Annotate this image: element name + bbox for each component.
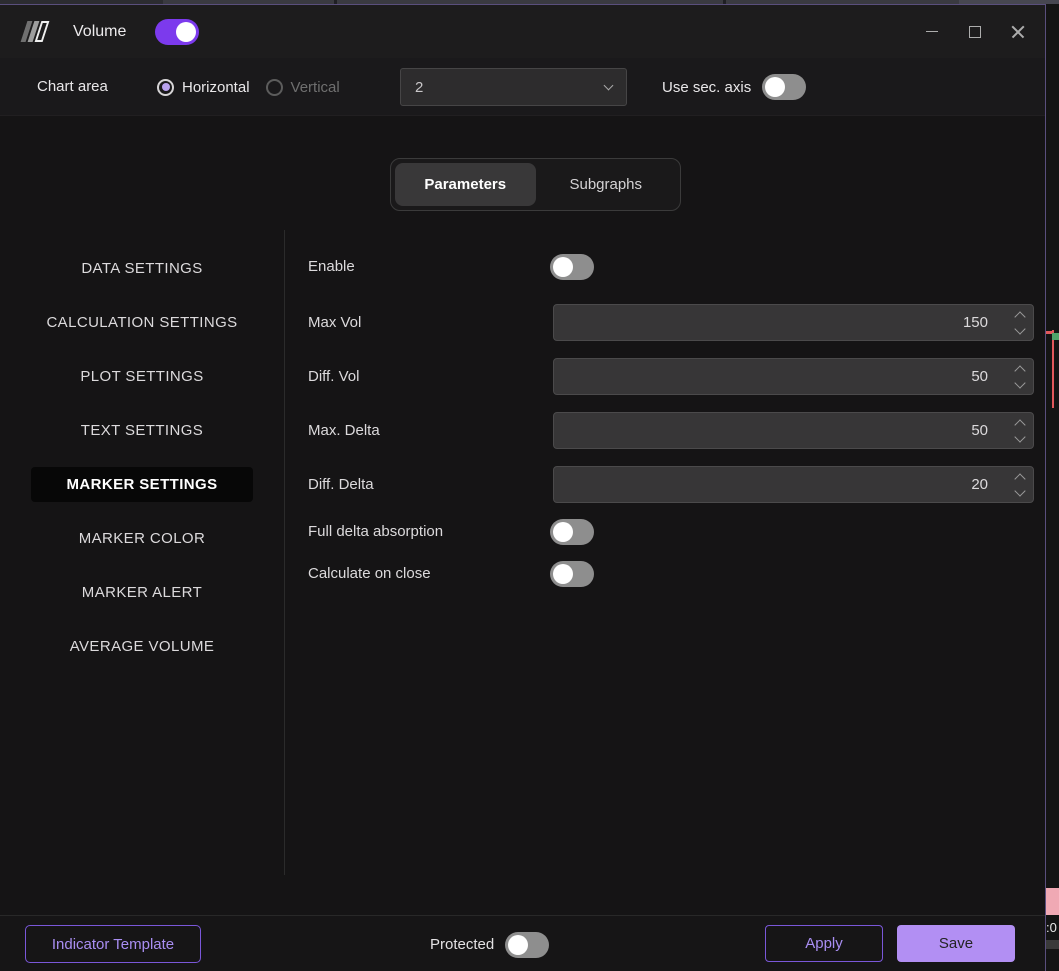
calculate-on-close-label: Calculate on close	[308, 565, 431, 582]
toggle-knob	[176, 21, 197, 42]
indicator-template-button[interactable]: Indicator Template	[25, 925, 201, 963]
full-delta-absorption-row: Full delta absorption	[285, 519, 1045, 545]
chart-area-selected-value: 2	[415, 78, 424, 96]
toggle-knob	[765, 77, 786, 97]
toggle-knob	[553, 522, 573, 542]
protected-label: Protected	[430, 936, 495, 953]
maximize-button[interactable]	[960, 17, 990, 47]
diff-delta-row: Diff. Delta	[285, 466, 1045, 503]
chevron-up-icon	[1014, 364, 1026, 377]
chevron-up-icon	[1014, 310, 1026, 323]
dialog-footer: Indicator Template Protected Apply Save	[0, 915, 1045, 971]
indicator-settings-dialog: Volume Chart area Horizontal Vertical 2	[0, 4, 1046, 971]
toggle-knob	[508, 934, 529, 955]
chevron-down-icon	[1014, 430, 1026, 443]
diff-delta-spinner[interactable]	[1014, 472, 1026, 497]
tab-subgraphs[interactable]: Subgraphs	[536, 163, 677, 206]
app-logo-icon	[20, 21, 50, 42]
sidebar-item-data-settings[interactable]: DATA SETTINGS	[0, 241, 284, 295]
chevron-down-icon	[1014, 376, 1026, 389]
full-delta-absorption-toggle[interactable]	[550, 519, 594, 545]
chart-area-label: Chart area	[37, 78, 108, 95]
radio-vertical[interactable]	[265, 78, 283, 96]
toggle-knob	[553, 564, 573, 584]
screen: Volume Chart area Horizontal Vertical 2	[0, 0, 1059, 971]
sidebar-item-average-volume[interactable]: AVERAGE VOLUME	[0, 619, 284, 673]
diff-vol-label: Diff. Vol	[308, 368, 360, 385]
sidebar-item-marker-settings[interactable]: MARKER SETTINGS	[0, 457, 284, 511]
orientation-radio-group: Horizontal Vertical	[157, 58, 340, 116]
chevron-down-icon	[603, 80, 614, 91]
minimize-button[interactable]	[917, 17, 947, 47]
radio-vertical-label[interactable]: Vertical	[291, 79, 340, 96]
underlying-chart-sliver: :0	[1046, 4, 1059, 971]
chevron-down-icon	[1014, 484, 1026, 497]
sidebar-item-calculation-settings[interactable]: CALCULATION SETTINGS	[0, 295, 284, 349]
indicator-enabled-toggle[interactable]	[155, 18, 200, 45]
diff-vol-spinner[interactable]	[1014, 364, 1026, 389]
diff-delta-input[interactable]	[553, 466, 1034, 503]
close-button[interactable]	[1003, 17, 1033, 47]
sidebar-item-text-settings[interactable]: TEXT SETTINGS	[0, 403, 284, 457]
max-delta-row: Max. Delta	[285, 412, 1045, 449]
apply-button[interactable]: Apply	[765, 925, 883, 962]
sidebar-item-plot-settings[interactable]: PLOT SETTINGS	[0, 349, 284, 403]
close-icon	[1011, 25, 1025, 39]
save-button[interactable]: Save	[897, 925, 1015, 962]
chevron-down-icon	[1014, 322, 1026, 335]
sec-axis-group: Use sec. axis	[662, 58, 807, 116]
chart-area-select[interactable]: 2	[400, 68, 627, 106]
diff-vol-input[interactable]	[553, 358, 1034, 395]
max-vol-label: Max Vol	[308, 314, 362, 331]
enable-row: Enable	[285, 254, 1045, 280]
tab-parameters[interactable]: Parameters	[395, 163, 536, 206]
radio-horizontal-label[interactable]: Horizontal	[182, 79, 250, 96]
chart-area-bar: Chart area Horizontal Vertical 2 Use sec…	[0, 58, 1045, 116]
chevron-up-icon	[1014, 418, 1026, 431]
sidebar-item-marker-color[interactable]: MARKER COLOR	[0, 511, 284, 565]
diff-delta-label: Diff. Delta	[308, 476, 374, 493]
maximize-icon	[969, 25, 981, 38]
window-title: Volume	[73, 22, 127, 40]
full-delta-absorption-label: Full delta absorption	[308, 523, 444, 540]
max-vol-spinner[interactable]	[1014, 310, 1026, 335]
protected-toggle[interactable]	[505, 931, 550, 958]
calculate-on-close-toggle[interactable]	[550, 561, 594, 587]
tab-bar: Parameters Subgraphs	[390, 158, 681, 211]
candle-wick-red	[1052, 330, 1054, 408]
use-sec-axis-toggle[interactable]	[762, 74, 807, 100]
titlebar: Volume	[0, 5, 1045, 58]
toggle-knob	[553, 257, 573, 277]
use-sec-axis-label: Use sec. axis	[662, 78, 752, 96]
enable-label: Enable	[308, 258, 355, 275]
max-vol-input[interactable]	[553, 304, 1034, 341]
enable-toggle[interactable]	[550, 254, 594, 280]
max-delta-input[interactable]	[553, 412, 1034, 449]
price-axis-box	[1046, 940, 1059, 949]
max-delta-spinner[interactable]	[1014, 418, 1026, 443]
price-flag	[1046, 888, 1059, 915]
radio-horizontal[interactable]	[157, 78, 174, 96]
max-vol-row: Max Vol	[285, 304, 1045, 341]
sidebar-item-marker-alert[interactable]: MARKER ALERT	[0, 565, 284, 619]
minimize-icon	[926, 31, 938, 32]
settings-sidebar: DATA SETTINGS CALCULATION SETTINGS PLOT …	[0, 241, 284, 673]
chevron-up-icon	[1014, 472, 1026, 485]
window-controls	[917, 5, 1033, 58]
calculate-on-close-row: Calculate on close	[285, 561, 1045, 587]
price-axis-label: :0	[1046, 920, 1057, 935]
max-delta-label: Max. Delta	[308, 422, 380, 439]
protected-group: Protected	[430, 916, 550, 971]
candle-body-green	[1052, 333, 1059, 340]
diff-vol-row: Diff. Vol	[285, 358, 1045, 395]
